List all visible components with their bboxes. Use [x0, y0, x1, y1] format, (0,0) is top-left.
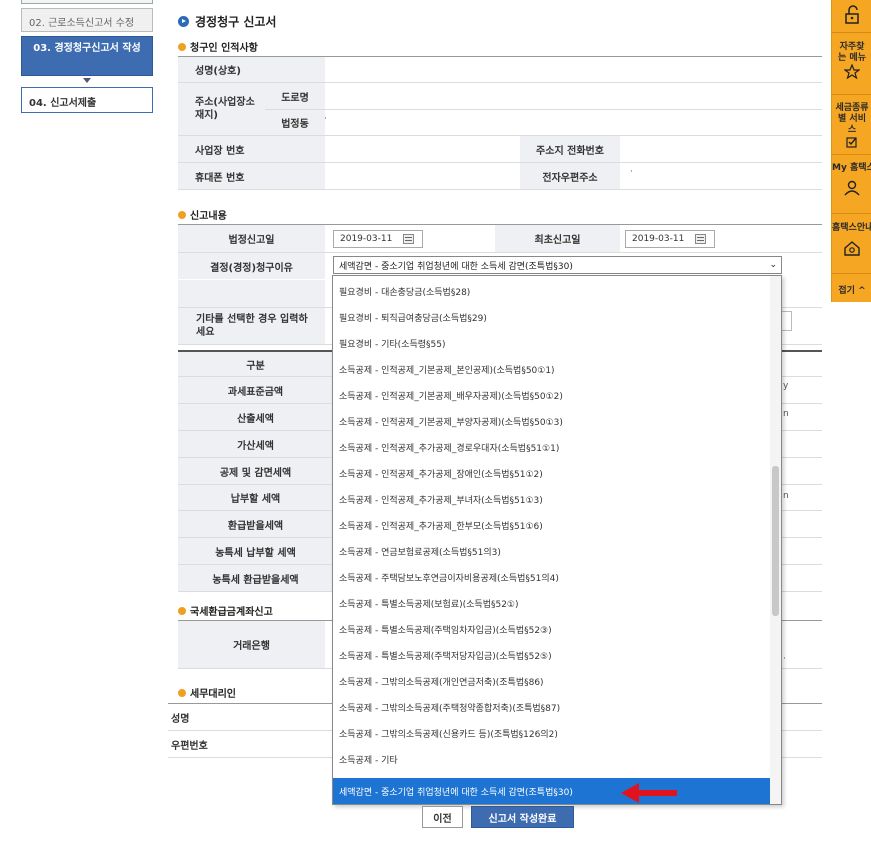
label-address: 주소(사업장소재지)	[178, 83, 265, 135]
calc-row-rural-payable: 농특세 납부할 세액	[178, 538, 333, 564]
complete-report-button[interactable]: 신고서 작성완료	[471, 806, 574, 828]
option-bad-debt[interactable]: 필요경비 - 대손충당금(소득법§28)	[333, 278, 771, 304]
option-housing-rent-deduction[interactable]: 소득공제 - 특별소득공제(주택임차자입금)(소득법§52③)	[333, 616, 771, 642]
quick-my-hometax[interactable]: My 홈택스	[832, 163, 871, 197]
section-agent-title: 세무대리인	[178, 685, 236, 700]
option-expense-other[interactable]: 필요경비 - 기타(소득령§55)	[333, 330, 771, 356]
calendar-icon[interactable]	[695, 234, 706, 244]
user-icon	[844, 180, 860, 196]
calc-row-payable: 납부할 세액	[178, 485, 333, 510]
section-bullet-icon	[178, 42, 186, 51]
option-pension-deduction[interactable]: 소득공제 - 연금보험료공제(소득법§51의3)	[333, 538, 771, 564]
calc-row-tax-base: 과세표준금액	[178, 377, 333, 403]
first-date-input[interactable]: 2019-03-11	[625, 230, 715, 248]
step-04-button[interactable]: 04. 신고서제출	[21, 87, 153, 113]
star-icon	[844, 64, 860, 79]
option-spouse-deduction[interactable]: 소득공제 - 인적공제_기본공제_배우자공제)(소득법§50①2)	[333, 382, 771, 408]
option-dependent-deduction[interactable]: 소득공제 - 인적공제_기본공제_부양자공제)(소득법§50①3)	[333, 408, 771, 434]
label-mobile: 휴대폰 번호	[178, 163, 325, 189]
checkbox-icon	[846, 137, 857, 148]
label-agent-name: 성명	[171, 713, 190, 725]
label-road-name: 도로명	[265, 83, 325, 109]
dropdown-scrollbar[interactable]	[770, 276, 781, 804]
option-single-parent-deduction[interactable]: 소득공제 - 인적공제_추가공제_한부모(소득법§51①6)	[333, 512, 771, 538]
page-title: 경정청구 신고서	[178, 13, 276, 30]
quick-hometax-app-label: 홈택스안내	[832, 223, 871, 233]
calc-row-additional-tax: 가산세액	[178, 431, 333, 457]
unlock-icon	[845, 5, 859, 24]
calc-header: 구분	[178, 352, 333, 376]
option-reverse-mortgage-deduction[interactable]: 소득공제 - 주택담보노후연금이자비용공제(소득법§51의4)	[333, 564, 771, 590]
red-arrow-icon	[621, 783, 677, 803]
page-title-text: 경정청구 신고서	[195, 15, 277, 29]
option-disabled-deduction[interactable]: 소득공제 - 인적공제_추가공제_장애인(소득법§51①2)	[333, 460, 771, 486]
option-self-deduction[interactable]: 소득공제 - 인적공제_기본공제_본인공제)(소득법§50①1)	[333, 356, 771, 382]
label-claim-reason: 결정(경정)청구이유	[178, 253, 325, 279]
legal-date-input[interactable]: 2019-03-11	[333, 230, 423, 248]
step-01-edge[interactable]	[21, 0, 153, 4]
label-phone: 주소지 전화번호	[520, 136, 620, 162]
quick-faq-label: 자주찾는 메뉴	[838, 42, 866, 63]
calc-row-rural-refund: 농특세 환급받을세액	[178, 565, 333, 591]
dropdown-scroll-thumb[interactable]	[772, 466, 779, 616]
label-first-date: 최초신고일	[495, 225, 620, 252]
step-02-button[interactable]: 02. 근로소득신고서 수정	[21, 8, 153, 32]
quick-tax-service[interactable]: 세금종류별 서비스	[832, 103, 871, 148]
option-housing-savings-deduction[interactable]: 소득공제 - 그밖의소득공제(주택청약종합저축)(조특법§87)	[333, 694, 771, 720]
option-mortgage-deduction[interactable]: 소득공제 - 특별소득공제(주택저당자입금)(소득법§52⑤)	[333, 642, 771, 668]
section-bullet-icon	[178, 606, 186, 615]
calc-row-deduction: 공제 및 감면세액	[178, 458, 333, 484]
claim-reason-select[interactable]: 세액감면 - 중소기업 취업청년에 대한 소득세 감면(조특법§30) ⌄	[333, 256, 782, 274]
quick-my-hometax-label: My 홈택스	[832, 163, 871, 173]
section-claimant-title: 청구인 인적사항	[178, 39, 258, 54]
claim-reason-dropdown-list[interactable]: 필요경비 - 대손충당금(소득법§28) 필요경비 - 퇴직급여충당금(소득법§…	[332, 275, 782, 805]
option-credit-card-deduction[interactable]: 소득공제 - 그밖의소득공제(신용카드 등)(조특법§126의2)	[333, 720, 771, 746]
label-agent-zip: 우편번호	[171, 740, 208, 752]
step-down-arrow-icon	[83, 78, 91, 83]
option-elderly-deduction[interactable]: 소득공제 - 인적공제_추가공제_경로우대자(소득법§51①1)	[333, 434, 771, 460]
prev-button[interactable]: 이전	[422, 806, 463, 828]
quick-menu-close-button[interactable]: 접기 ^	[832, 276, 871, 302]
label-bank: 거래은행	[178, 621, 325, 668]
option-insurance-deduction[interactable]: 소득공제 - 특별소득공제(보험료)(소득법§52①)	[333, 590, 771, 616]
label-email: 전자우편주소	[520, 163, 620, 189]
option-personal-pension-deduction[interactable]: 소득공제 - 그밖의소득공제(개인연금저축)(조특법§86)	[333, 668, 771, 694]
label-name: 성명(상호)	[178, 57, 325, 82]
section-report-title: 신고내용	[178, 207, 227, 222]
calc-row-refund: 환급받을세액	[178, 511, 333, 537]
step-03-button-active[interactable]: 03. 경정청구신고서 작성	[21, 36, 153, 76]
home-icon	[844, 241, 860, 256]
option-retirement-reserve[interactable]: 필요경비 - 퇴직급여충당금(소득법§29)	[333, 304, 771, 330]
option-youth-tax-reduction[interactable]: 세액감면 - 중소기업 취업청년에 대한 소득세 감면(조특법§30)	[333, 778, 771, 804]
label-blank	[178, 280, 325, 307]
section-bullet-icon	[178, 688, 186, 697]
section-bullet-icon	[178, 210, 186, 219]
quick-faq-menu[interactable]: 자주찾는 메뉴	[832, 42, 871, 79]
calc-row-calculated-tax: 산출세액	[178, 404, 333, 430]
title-play-icon	[178, 16, 189, 27]
label-lot-address: 법정동	[265, 110, 325, 135]
label-legal-date: 법정신고일	[178, 225, 325, 252]
calendar-icon[interactable]	[403, 234, 414, 244]
other-reason-input[interactable]	[782, 311, 792, 331]
quick-tax-service-label: 세금종류별 서비스	[835, 103, 869, 135]
label-biz-number: 사업장 번호	[178, 136, 325, 162]
quick-menu: 자주찾는 메뉴 세금종류별 서비스 My 홈택스 홈택스안내 접기 ^	[831, 0, 871, 302]
option-woman-deduction[interactable]: 소득공제 - 인적공제_추가공제_부녀자(소득법§51①3)	[333, 486, 771, 512]
quick-lock-item[interactable]	[832, 4, 871, 26]
quick-hometax-app[interactable]: 홈택스안내	[832, 223, 871, 257]
label-other-reason: 기타를 선택한 경우 입력하세요	[178, 308, 325, 344]
option-deduction-other[interactable]: 소득공제 - 기타	[333, 746, 771, 772]
chevron-down-icon: ⌄	[769, 260, 777, 270]
section-refund-title: 국세환급금계좌신고	[178, 603, 273, 618]
